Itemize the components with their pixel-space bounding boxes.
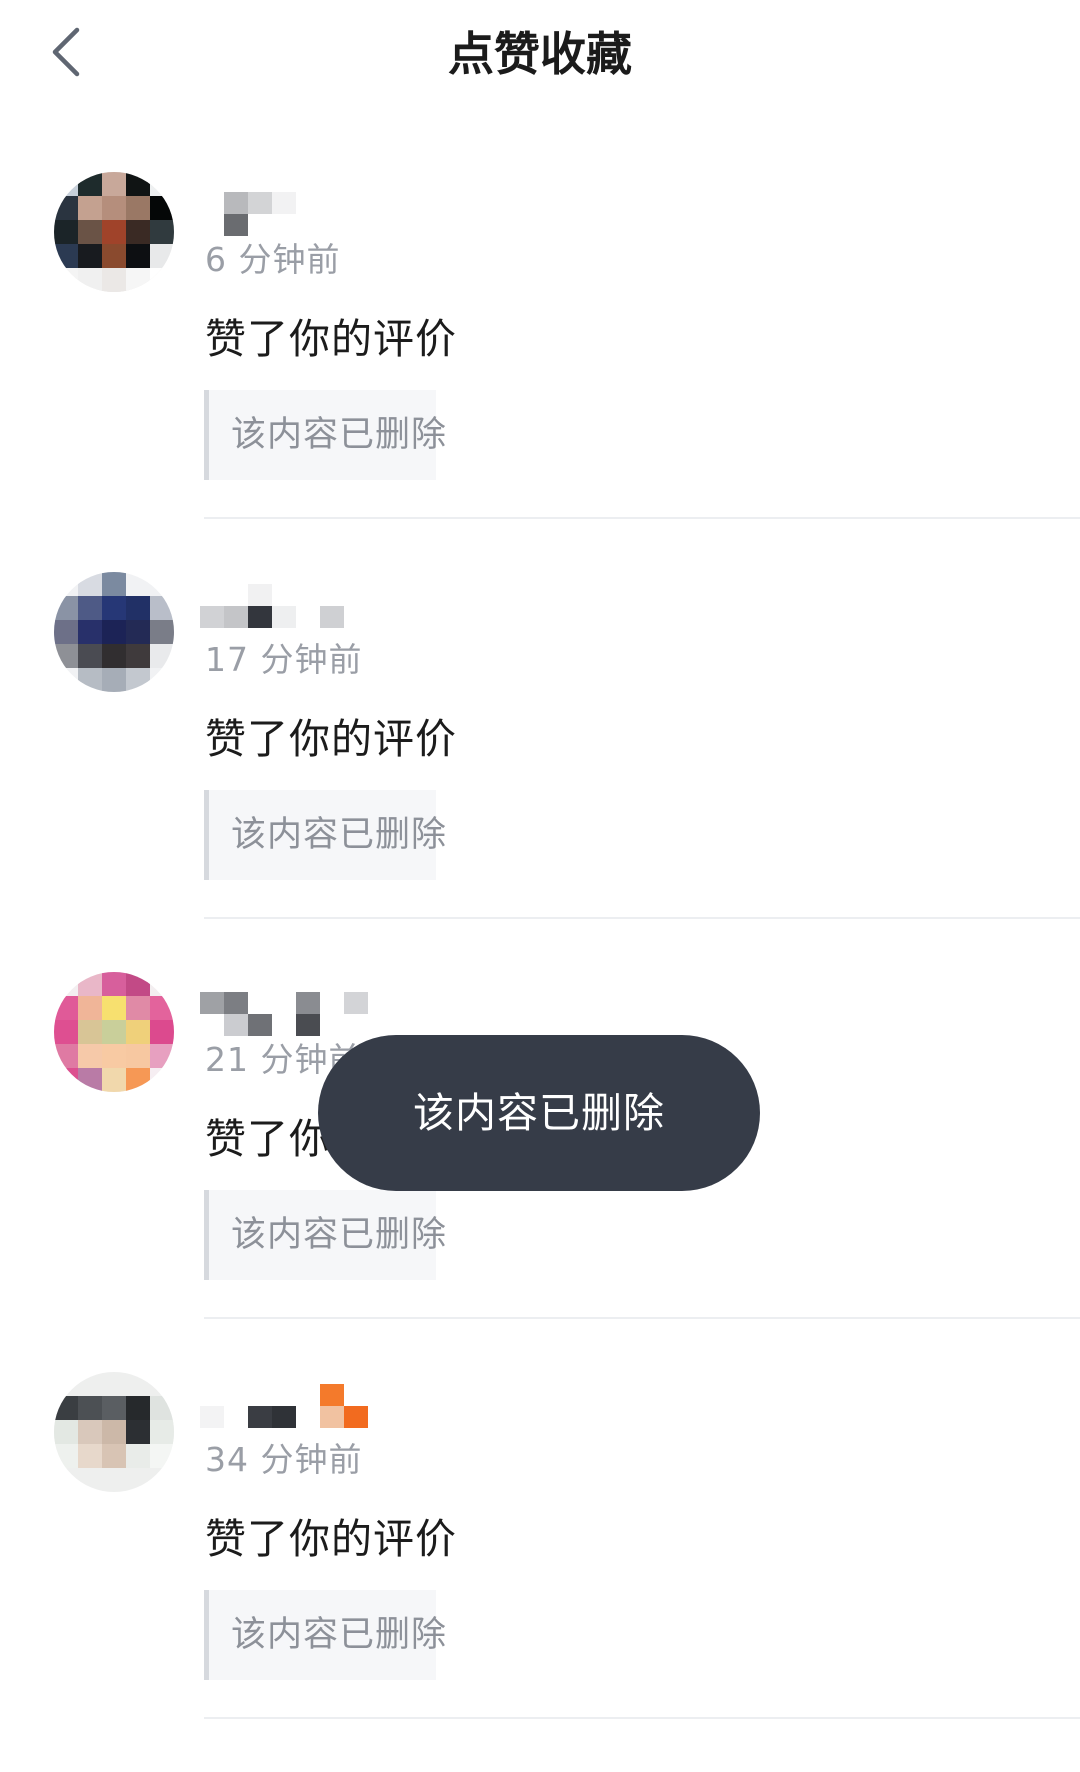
avatar[interactable]: [54, 172, 174, 292]
username-redacted[interactable]: [200, 982, 380, 1036]
avatar[interactable]: [54, 1372, 174, 1492]
notification-item[interactable]: 17 分钟前 赞了你的评价 该内容已删除: [0, 572, 1080, 972]
quoted-content-card[interactable]: 该内容已删除: [204, 1590, 446, 1680]
action-text: 赞了你的评价: [205, 1515, 457, 1563]
toast-text: 该内容已删除: [413, 1089, 665, 1137]
top-bar: 点赞收藏: [0, 0, 1080, 110]
divider: [204, 1717, 1080, 1719]
avatar[interactable]: [54, 972, 174, 1092]
timestamp: 6 分钟前: [205, 240, 341, 279]
avatar[interactable]: [54, 572, 174, 692]
quoted-content-card[interactable]: 该内容已删除: [204, 390, 446, 480]
notification-item[interactable]: 34 分钟前 赞了你的评价 该内容已删除: [0, 1372, 1080, 1772]
quoted-content-card[interactable]: 该内容已删除: [204, 1190, 446, 1280]
toast-message: 该内容已删除: [318, 1035, 760, 1191]
action-text: 赞了你的评价: [205, 715, 457, 763]
quoted-content-text: 该内容已删除: [231, 815, 448, 855]
divider: [204, 917, 1080, 919]
username-redacted[interactable]: [200, 582, 380, 636]
divider: [204, 517, 1080, 519]
timestamp: 34 分钟前: [205, 1440, 363, 1479]
notification-item[interactable]: 6 分钟前 赞了你的评价 该内容已删除: [0, 172, 1080, 572]
divider: [204, 1317, 1080, 1319]
action-text: 赞了你的评价: [205, 315, 457, 363]
timestamp: 17 分钟前: [205, 640, 363, 679]
quoted-content-text: 该内容已删除: [231, 1215, 448, 1255]
username-redacted[interactable]: [200, 182, 380, 236]
quoted-content-text: 该内容已删除: [231, 1615, 448, 1655]
username-redacted[interactable]: [200, 1382, 380, 1436]
page-title: 点赞收藏: [448, 27, 632, 81]
quoted-content-text: 该内容已删除: [231, 415, 448, 455]
quoted-content-card[interactable]: 该内容已删除: [204, 790, 446, 880]
